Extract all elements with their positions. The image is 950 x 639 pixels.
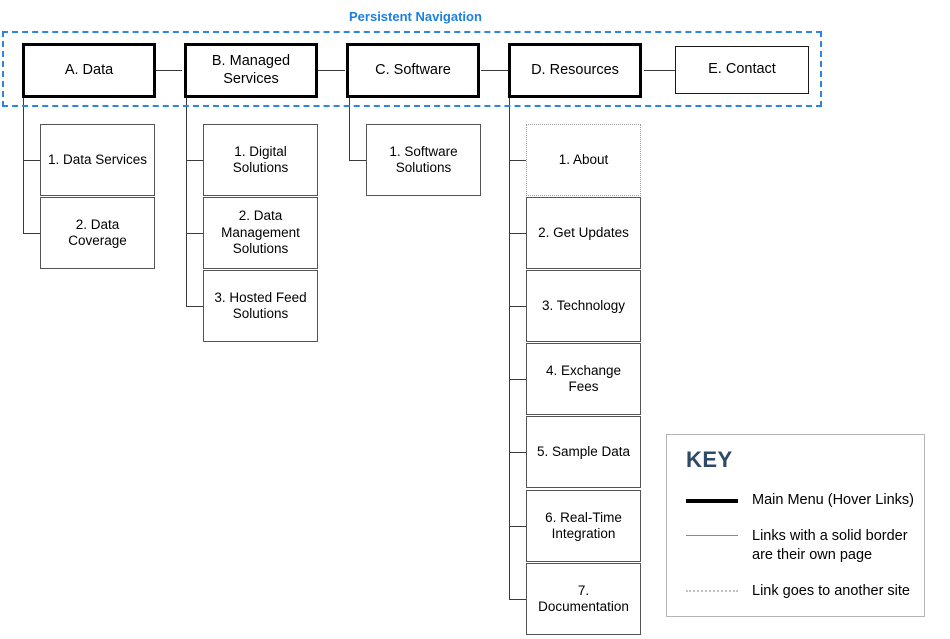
connector-trunk-a <box>23 98 24 234</box>
node-a-child-data-coverage[interactable]: 2. Data Coverage <box>40 197 155 269</box>
node-label: C. Software <box>375 61 451 78</box>
connector-d-child-1 <box>509 160 526 161</box>
connector-d-child-2 <box>509 233 526 234</box>
node-d-child-sample-data[interactable]: 5. Sample Data <box>526 416 641 488</box>
connector-d-child-3 <box>509 306 526 307</box>
node-d-child-real-time-integration[interactable]: 6. Real-Time Integration <box>526 490 641 562</box>
node-label: 2. Data Management Solutions <box>221 208 300 257</box>
connector-d-child-4 <box>509 379 526 380</box>
node-label: D. Resources <box>531 61 619 78</box>
node-label: 4. Exchange Fees <box>545 362 622 394</box>
legend-item-label: Links with a solid border are their own … <box>752 528 908 563</box>
node-c-software[interactable]: C. Software <box>346 43 480 98</box>
node-label: 1. Digital Solutions <box>232 143 289 175</box>
node-b-managed-services[interactable]: B. Managed Services <box>184 43 318 98</box>
node-a-child-data-services[interactable]: 1. Data Services <box>40 124 155 196</box>
thick-line-icon <box>686 491 738 508</box>
node-e-contact[interactable]: E. Contact <box>675 46 809 94</box>
node-label: 1. Data Services <box>47 151 148 167</box>
thin-line-icon <box>686 527 738 544</box>
node-label: 7. Documentation <box>538 582 629 614</box>
node-d-child-exchange-fees[interactable]: 4. Exchange Fees <box>526 343 641 415</box>
node-label: 3. Hosted Feed Solutions <box>214 289 307 321</box>
connector-b-child-2 <box>186 233 203 234</box>
connector-a-child-2 <box>23 233 40 234</box>
connector-a-child-1 <box>23 160 40 161</box>
persistent-navigation-label: Persistent Navigation <box>349 9 482 24</box>
connector-c-d <box>481 70 508 71</box>
legend-key-panel: KEY Main Menu (Hover Links) Links with a… <box>666 434 925 617</box>
node-label: 3. Technology <box>541 297 626 313</box>
connector-a-b <box>155 70 182 71</box>
connector-c-child-1 <box>349 160 366 161</box>
dotted-line-icon <box>686 582 738 599</box>
node-label: 2. Get Updates <box>538 224 629 240</box>
node-d-child-get-updates[interactable]: 2. Get Updates <box>526 197 641 269</box>
node-d-child-documentation[interactable]: 7. Documentation <box>526 563 641 635</box>
connector-trunk-d <box>509 98 510 599</box>
node-label: 1. About <box>558 151 609 167</box>
node-b-child-digital-solutions[interactable]: 1. Digital Solutions <box>203 124 318 196</box>
node-label: 5. Sample Data <box>536 443 631 459</box>
legend-item-label: Link goes to another site <box>752 583 910 599</box>
legend-title: KEY <box>686 447 733 472</box>
node-d-child-about[interactable]: 1. About <box>526 124 641 196</box>
node-a-data[interactable]: A. Data <box>22 43 156 98</box>
node-label: 1. Software Solutions <box>389 143 458 175</box>
connector-b-child-3 <box>186 306 203 307</box>
node-d-child-technology[interactable]: 3. Technology <box>526 270 641 342</box>
connector-d-child-6 <box>509 526 526 527</box>
legend-item-label: Main Menu (Hover Links) <box>752 492 914 508</box>
legend-item-main-menu: Main Menu (Hover Links) <box>686 491 914 510</box>
node-label: E. Contact <box>708 61 776 78</box>
node-b-child-data-management-solutions[interactable]: 2. Data Management Solutions <box>203 197 318 269</box>
node-c-child-software-solutions[interactable]: 1. Software Solutions <box>366 124 481 196</box>
node-label: B. Managed Services <box>211 52 291 87</box>
connector-b-child-1 <box>186 160 203 161</box>
sitemap-diagram: Persistent Navigation A. Data B. Managed… <box>0 0 950 639</box>
connector-d-e <box>644 70 675 71</box>
node-d-resources[interactable]: D. Resources <box>508 43 642 98</box>
connector-d-child-5 <box>509 452 526 453</box>
node-label: 2. Data Coverage <box>68 216 127 248</box>
legend-item-own-page: Links with a solid border are their own … <box>686 527 908 564</box>
legend-item-external-site: Link goes to another site <box>686 582 910 601</box>
connector-b-c <box>318 70 345 71</box>
node-label: A. Data <box>64 61 114 78</box>
node-label: 6. Real-Time Integration <box>545 509 622 541</box>
connector-trunk-b <box>186 98 187 307</box>
node-b-child-hosted-feed-solutions[interactable]: 3. Hosted Feed Solutions <box>203 270 318 342</box>
connector-trunk-c <box>349 98 350 161</box>
connector-d-child-7 <box>509 599 526 600</box>
